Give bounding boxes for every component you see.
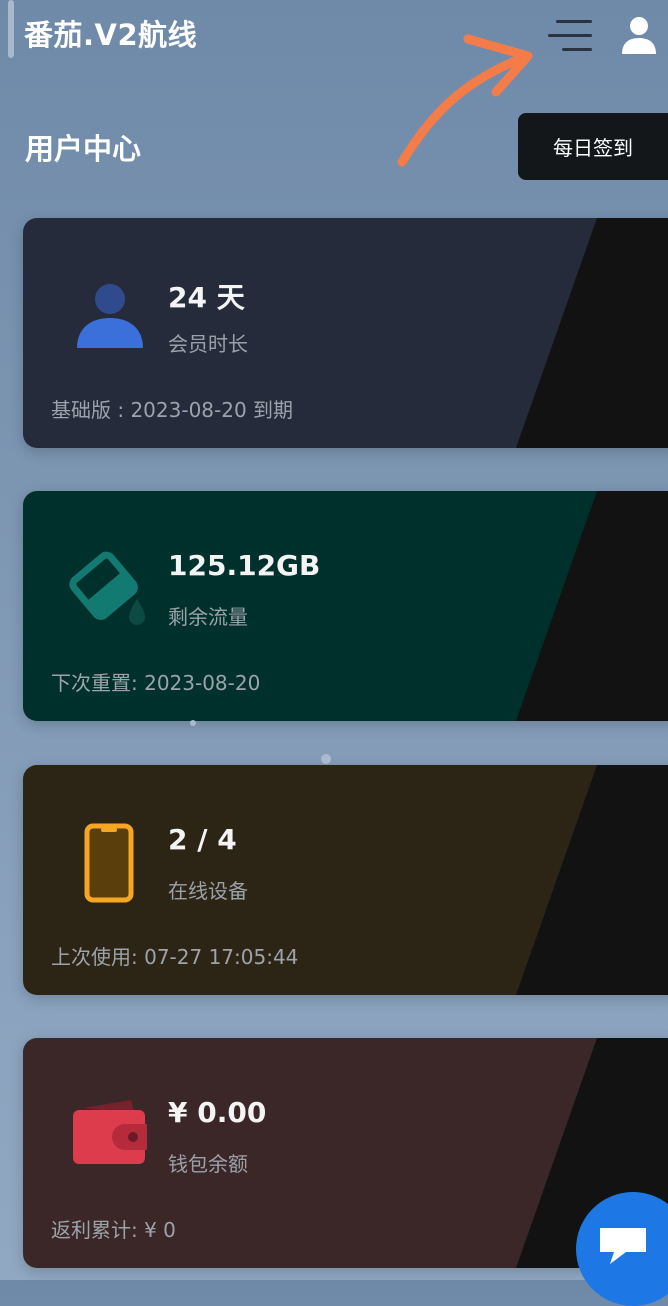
chat-icon [600, 1228, 646, 1264]
page-title: 用户中心 [25, 132, 142, 166]
last-used-time: 上次使用: 07-27 17:05:44 [51, 945, 299, 969]
user-icon[interactable] [620, 14, 658, 56]
brand-title[interactable]: 番茄.V2航线 [24, 12, 197, 54]
chat-button[interactable] [576, 1192, 668, 1306]
rebate-total: 返利累计: ¥ 0 [51, 1218, 176, 1242]
daily-signin-button[interactable]: 每日签到 [518, 113, 668, 180]
wallet-card[interactable]: ¥ 0.00 钱包余额 返利累计: ¥ 0 [23, 1038, 668, 1268]
membership-expiry: 基础版 : 2023-08-20 到期 [51, 398, 294, 422]
membership-card[interactable]: 24 天 会员时长 基础版 : 2023-08-20 到期 [23, 218, 668, 448]
wallet-balance-value: ¥ 0.00 [168, 1096, 267, 1129]
next-reset-date: 下次重置: 2023-08-20 [51, 671, 261, 695]
online-devices-value: 2 / 4 [168, 823, 237, 856]
traffic-card[interactable]: 125.12GB 剩余流量 下次重置: 2023-08-20 [23, 491, 668, 721]
person-icon [77, 284, 143, 348]
wallet-icon [73, 1100, 147, 1164]
membership-days-label: 会员时长 [168, 332, 248, 356]
devices-card[interactable]: 2 / 4 在线设备 上次使用: 07-27 17:05:44 [23, 765, 668, 995]
paint-bucket-icon [69, 551, 145, 625]
wallet-balance-label: 钱包余额 [168, 1152, 248, 1176]
decorative-dot [321, 754, 331, 764]
phone-icon [84, 823, 134, 903]
remaining-traffic-label: 剩余流量 [168, 605, 248, 629]
online-devices-label: 在线设备 [168, 879, 248, 903]
left-edge-indicator [8, 0, 14, 58]
decorative-dot [190, 720, 196, 726]
remaining-traffic-value: 125.12GB [168, 549, 321, 582]
membership-days-value: 24 天 [168, 281, 245, 314]
hamburger-menu-icon[interactable] [548, 18, 592, 54]
